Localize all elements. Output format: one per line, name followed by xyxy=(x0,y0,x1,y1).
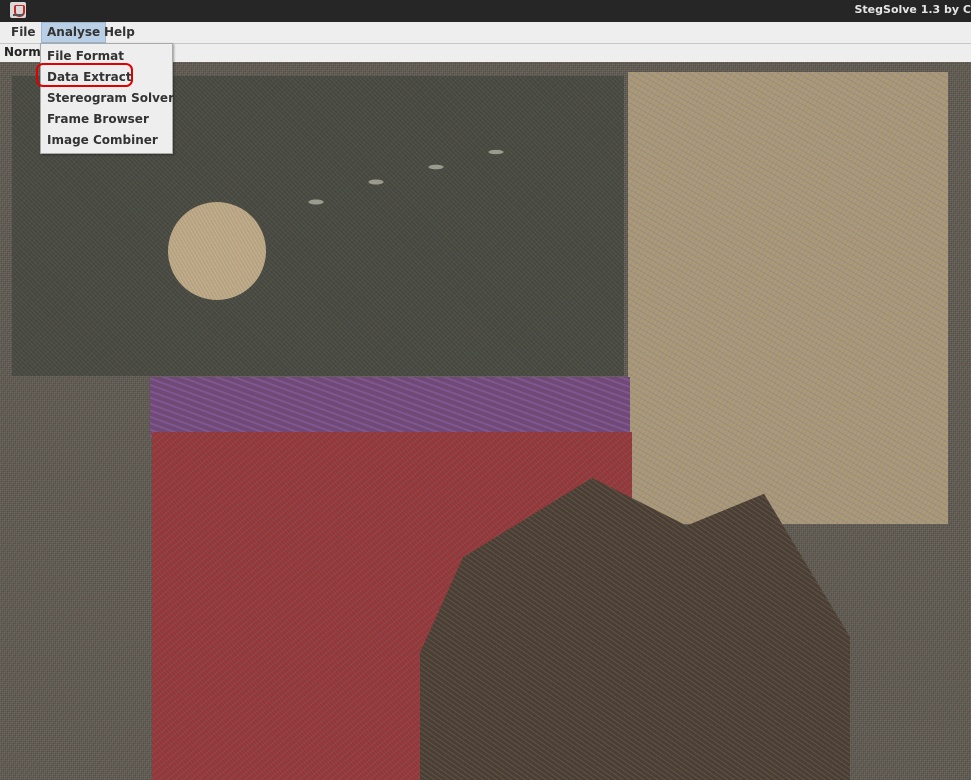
menu-help[interactable]: Help xyxy=(99,22,140,43)
menu-file[interactable]: File xyxy=(6,22,41,43)
image-canvas[interactable] xyxy=(0,62,971,780)
menu-item-stereogram-solver[interactable]: Stereogram Solver xyxy=(47,88,174,108)
title-bar: StegSolve 1.3 by C xyxy=(0,0,971,22)
analyse-dropdown-menu: File Format Data Extract Stereogram Solv… xyxy=(40,43,174,154)
window-title: StegSolve 1.3 by C xyxy=(854,3,971,16)
menu-analyse[interactable]: Analyse xyxy=(41,22,107,43)
menu-item-frame-browser[interactable]: Frame Browser xyxy=(47,109,149,129)
menu-item-file-format[interactable]: File Format xyxy=(47,46,124,66)
image-region-water xyxy=(150,377,630,437)
image-region-moon xyxy=(168,202,266,300)
image-region-right-panel xyxy=(628,72,948,524)
java-cup-icon xyxy=(10,2,26,18)
menu-item-image-combiner[interactable]: Image Combiner xyxy=(47,130,158,150)
menu-item-data-extract[interactable]: Data Extract xyxy=(47,67,132,87)
view-mode-label: Norm xyxy=(4,45,41,59)
menu-bar: File Analyse Help xyxy=(0,22,971,44)
image-region-birds xyxy=(256,122,556,222)
